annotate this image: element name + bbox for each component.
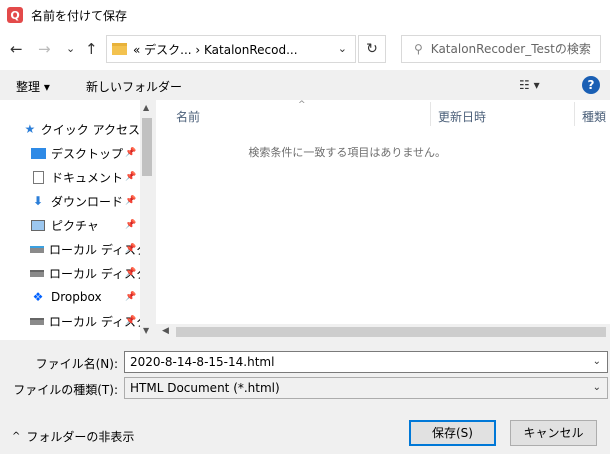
filename-label: ファイル名(N): — [35, 357, 118, 371]
sidebar-item-desktop[interactable]: デスクトップ — [30, 142, 140, 164]
filename-field[interactable]: ⌄ — [124, 351, 608, 373]
filetype-select[interactable]: HTML Document (*.html) ⌄ — [124, 377, 608, 399]
pin-icon: 📌 — [125, 316, 137, 326]
sidebar-item-quick-access[interactable]: ★ クイック アクセス — [24, 118, 141, 140]
picture-icon — [30, 218, 46, 232]
window-title: 名前を付けて保存 — [31, 8, 128, 23]
chevron-down-icon[interactable]: ⌄ — [593, 382, 601, 393]
scrollbar-thumb[interactable] — [142, 118, 152, 176]
sidebar-item-label: ダウンロード — [51, 194, 124, 209]
refresh-button[interactable]: ↻ — [358, 35, 386, 63]
dialog-footer: ^ フォルダーの非表示 保存(S) キャンセル — [0, 414, 610, 454]
hide-folders-toggle[interactable]: ^ フォルダーの非表示 — [12, 428, 134, 445]
horizontal-scrollbar[interactable]: ◀ — [156, 324, 610, 340]
pin-icon: 📌 — [125, 172, 137, 182]
document-icon — [30, 170, 46, 184]
chevron-up-icon: ^ — [12, 431, 21, 442]
app-icon: Q — [7, 7, 23, 23]
sidebar-item-label: デスクトップ — [51, 146, 124, 161]
navigation-pane: ★ クイック アクセス デスクトップ 📌 ドキュメント 📌 ⬇ ダウンロード 📌… — [0, 100, 154, 340]
breadcrumb[interactable]: « デスク... › KatalonRecod... — [133, 41, 298, 58]
column-header-type[interactable]: 種類 — [582, 108, 606, 125]
column-header-name[interactable]: 名前 — [176, 108, 200, 125]
sidebar-item-dropbox[interactable]: ❖ Dropbox — [30, 286, 140, 308]
filetype-value: HTML Document (*.html) — [130, 381, 280, 395]
search-box[interactable]: ⚲ — [401, 35, 601, 63]
save-button[interactable]: 保存(S) — [409, 420, 496, 446]
up-button[interactable]: ↑ — [85, 40, 98, 58]
column-divider[interactable] — [430, 102, 431, 126]
sidebar-item-local-disk[interactable]: ローカル ディスク — [30, 262, 140, 284]
forward-button[interactable]: → — [38, 40, 51, 58]
search-input[interactable] — [430, 42, 591, 56]
scroll-left-arrow[interactable]: ◀ — [162, 326, 169, 336]
pin-icon: 📌 — [125, 292, 137, 302]
hide-folders-label: フォルダーの非表示 — [26, 430, 135, 444]
recent-locations-button[interactable]: ⌄ — [66, 42, 75, 55]
sidebar-item-pictures[interactable]: ピクチャ — [30, 214, 140, 236]
title-bar: Q 名前を付けて保存 — [0, 0, 610, 30]
sidebar-item-local-disk[interactable]: ローカル ディスク — [30, 310, 140, 332]
file-list: ^ 名前 更新日時 種類 検索条件に一致する項目はありません。 ◀ — [156, 100, 610, 340]
command-toolbar: 整理 ▾ 新しいフォルダー ☷ ▾ ? — [0, 70, 610, 100]
empty-message: 検索条件に一致する項目はありません。 — [248, 146, 446, 159]
column-header-modified[interactable]: 更新日時 — [438, 108, 486, 125]
sidebar-item-downloads[interactable]: ⬇ ダウンロード — [30, 190, 140, 212]
drive-icon — [30, 242, 44, 256]
address-bar[interactable]: « デスク... › KatalonRecod... ⌄ — [106, 35, 356, 63]
sidebar-item-local-disk[interactable]: ローカル ディスク — [30, 238, 140, 260]
sidebar-item-label: ピクチャ — [51, 218, 99, 233]
scrollbar-thumb[interactable] — [176, 327, 606, 337]
folder-icon — [112, 43, 127, 55]
column-divider[interactable] — [574, 102, 575, 126]
scroll-up-arrow[interactable]: ▲ — [143, 103, 149, 112]
drive-icon — [30, 314, 44, 328]
search-icon: ⚲ — [414, 42, 423, 56]
sort-arrow-icon: ^ — [298, 100, 306, 110]
help-icon[interactable]: ? — [582, 76, 600, 94]
navigation-bar: ← → ⌄ ↑ « デスク... › KatalonRecod... ⌄ ↻ ⚲ — [0, 30, 610, 70]
dropbox-icon: ❖ — [32, 290, 44, 304]
sidebar-item-label: Dropbox — [51, 290, 102, 304]
pin-icon: 📌 — [125, 268, 137, 278]
filename-row: ファイル名(N): ⌄ — [0, 351, 610, 374]
scroll-down-arrow[interactable]: ▼ — [143, 326, 149, 335]
filetype-row: ファイルの種類(T): HTML Document (*.html) ⌄ — [0, 377, 610, 400]
sidebar-scrollbar[interactable]: ▲ ▼ — [140, 100, 154, 340]
filename-input[interactable] — [130, 355, 570, 369]
pin-icon: 📌 — [125, 244, 137, 254]
pin-icon: 📌 — [125, 220, 137, 230]
drive-icon — [30, 266, 44, 280]
star-icon: ★ — [24, 122, 36, 136]
chevron-down-icon[interactable]: ⌄ — [593, 356, 601, 367]
back-button[interactable]: ← — [10, 40, 23, 58]
sidebar-item-label: ドキュメント — [51, 170, 124, 185]
pin-icon: 📌 — [125, 148, 137, 158]
filetype-label: ファイルの種類(T): — [13, 383, 118, 397]
pin-icon: 📌 — [125, 196, 137, 206]
cancel-button[interactable]: キャンセル — [510, 420, 597, 446]
chevron-down-icon[interactable]: ⌄ — [338, 42, 347, 55]
new-folder-button[interactable]: 新しいフォルダー — [86, 78, 182, 95]
organize-button[interactable]: 整理 ▾ — [16, 78, 50, 95]
sidebar-item-documents[interactable]: ドキュメント — [30, 166, 140, 188]
view-options-icon[interactable]: ☷ ▾ — [519, 78, 540, 92]
download-icon: ⬇ — [32, 194, 44, 208]
desktop-icon — [30, 146, 46, 160]
sidebar-item-label: クイック アクセス — [40, 122, 140, 137]
